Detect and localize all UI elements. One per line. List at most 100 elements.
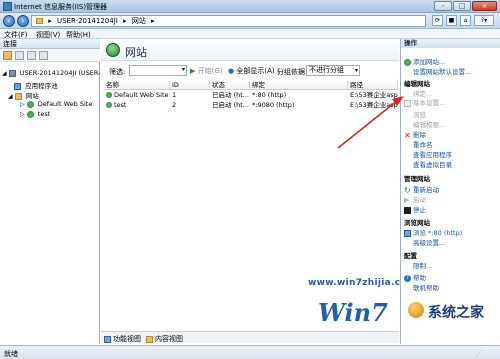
connections-header: 连接 <box>0 39 100 49</box>
section-configure: 配置 <box>404 252 417 260</box>
action-limits[interactable]: 限制... <box>413 260 432 270</box>
back-button[interactable]: ‹ <box>3 15 15 27</box>
status-text: 就绪 <box>4 350 18 358</box>
section-manage-site: 管理网站 <box>404 175 430 183</box>
remove-connection-icon[interactable] <box>39 51 48 60</box>
column-header-status[interactable]: 状态 <box>210 81 250 90</box>
home-icon[interactable]: ⌂ <box>460 15 471 26</box>
tab-content-view[interactable]: 内容视图 <box>146 334 183 344</box>
show-all-icon: ● <box>228 67 235 75</box>
view-tabs: 功能视图 内容视图 <box>101 331 399 343</box>
connections-toolbar <box>0 49 100 62</box>
connect-icon[interactable] <box>3 51 12 60</box>
globe-icon <box>26 110 34 118</box>
action-help[interactable]: ? 帮助 <box>404 272 426 282</box>
tree-item-default-web-site[interactable]: ▷ Default Web Site <box>20 100 92 108</box>
sites-globe-icon <box>106 43 120 57</box>
address-crumb-sites[interactable]: 网站 <box>132 17 146 25</box>
close-button[interactable]: × <box>472 1 497 11</box>
column-header-id[interactable]: ID <box>170 81 210 90</box>
column-header-name[interactable]: 名称 <box>104 81 170 90</box>
annotation-arrow <box>337 96 404 149</box>
tab-features-view[interactable]: 功能视图 <box>104 334 141 344</box>
help-icon[interactable]: ?▾ <box>474 15 494 26</box>
chevron-down-icon: ▾ <box>181 66 185 73</box>
status-bar: 就绪 ⋰ <box>0 345 500 359</box>
save-icon[interactable] <box>15 51 24 60</box>
menu-bar: 文件(F) 视图(V) 帮助(H) <box>0 29 500 39</box>
minimize-button[interactable]: - <box>434 1 452 11</box>
action-set-defaults[interactable]: 设置网站默认设置... <box>413 66 471 76</box>
action-online-help[interactable]: 联机帮助 <box>413 282 439 292</box>
up-icon[interactable] <box>27 51 36 60</box>
filter-label: 筛选: <box>109 68 126 76</box>
connections-panel: 连接 ◢ USER-20141204JI (USER-20 应用程序池 ◢ 网站… <box>0 39 109 344</box>
chevron-down-icon: ▾ <box>354 67 358 74</box>
address-separator: ▸ <box>48 17 52 25</box>
globe-add-icon <box>404 58 411 66</box>
play-icon: ▶ <box>190 67 196 75</box>
server-icon <box>8 69 16 77</box>
iis-app-icon <box>3 2 12 11</box>
globe-icon <box>106 102 112 108</box>
window-title: Internet 信息服务(IIS)管理器 <box>14 3 108 11</box>
features-view-icon <box>104 335 111 343</box>
address-toolbar: ⟳ ■ ⌂ ?▾ <box>430 15 498 27</box>
action-rename[interactable]: 重命名 <box>413 139 433 149</box>
filter-input[interactable]: ▾ <box>129 65 187 76</box>
action-view-applications[interactable]: 查看应用程序 <box>413 149 452 159</box>
action-stop[interactable]: 停止 <box>404 204 426 214</box>
globe-icon <box>106 92 112 98</box>
filter-bar: 筛选: ▾ ▶ 开始(G) ● 全部显示(A) | 分组依据: 不进行分组 ▾ <box>104 65 396 77</box>
group-by-label: 分组依据: <box>277 68 308 76</box>
watermark-url: www.win7zhijia.cn <box>308 278 408 288</box>
address-separator: ▸ <box>123 17 127 25</box>
action-basic-settings[interactable]: 基本设置... <box>404 97 445 107</box>
sites-folder-icon <box>14 92 22 100</box>
refresh-icon[interactable]: ⟳ <box>432 15 443 26</box>
section-browse-site: 浏览网站 <box>404 219 430 227</box>
watermark-logo: Win7 系统之家 <box>316 296 498 332</box>
tree-item-app-pools[interactable]: 应用程序池 <box>14 80 58 90</box>
start-filter-button[interactable]: ▶ 开始(G) <box>190 66 223 76</box>
action-explore[interactable]: 浏览 <box>413 109 426 119</box>
actions-header: 操作 <box>401 39 500 48</box>
restart-icon: ↻ <box>404 185 411 195</box>
tree-item-server[interactable]: ◢ USER-20141204JI (USER-20 <box>2 69 109 77</box>
address-field[interactable]: ▸ USER-20141204JI ▸ 网站 ▸ <box>31 15 426 27</box>
address-separator: ▸ <box>151 17 155 25</box>
system-home-logo-icon <box>408 302 424 318</box>
action-advanced-settings[interactable]: 高级设置... <box>413 237 445 247</box>
content-view-icon <box>146 335 153 343</box>
action-restart[interactable]: ↻ 重新启动 <box>404 184 439 194</box>
page-header: 网站 <box>101 39 399 61</box>
arrow-shaft <box>337 99 399 149</box>
action-edit-permissions[interactable]: 编辑权限... <box>413 119 445 129</box>
group-by-select[interactable]: 不进行分组 ▾ <box>306 65 360 76</box>
resize-grip-icon[interactable]: ⋰ <box>476 349 483 357</box>
show-all-button[interactable]: ● 全部显示(A) | <box>228 66 279 76</box>
tree-item-sites[interactable]: ◢ 网站 <box>8 90 39 100</box>
page-title: 网站 <box>125 46 147 59</box>
globe-icon <box>26 100 34 108</box>
help-icon: ? <box>404 274 411 282</box>
address-bar: ‹ › ▸ USER-20141204JI ▸ 网站 ▸ ⟳ ■ ⌂ ?▾ <box>0 13 500 29</box>
maximize-button[interactable]: □ <box>453 1 471 11</box>
stop-icon <box>404 206 411 214</box>
action-view-virtual-directories[interactable]: 查看虚拟目录 <box>413 159 452 169</box>
folder-icon <box>36 18 43 24</box>
forward-button[interactable]: › <box>17 15 29 27</box>
browse-icon <box>404 229 411 237</box>
win7-logo-text: Win7 <box>318 298 388 327</box>
address-crumb-server[interactable]: USER-20141204JI <box>57 17 118 25</box>
arrow-head <box>392 96 404 106</box>
action-start[interactable]: ▶ 启动 <box>404 194 426 204</box>
title-bar: Internet 信息服务(IIS)管理器 - □ × <box>0 0 500 13</box>
action-browse-80[interactable]: 浏览 *:80 (http) <box>404 227 462 237</box>
stop-icon[interactable]: ■ <box>446 15 457 26</box>
app-pool-icon <box>14 82 21 90</box>
play-icon: ▶ <box>404 195 410 204</box>
action-add-website[interactable]: 添加网站... <box>404 56 445 66</box>
tree-item-test[interactable]: ▷ test <box>20 110 50 118</box>
watermark-brand: 系统之家 <box>428 305 484 321</box>
